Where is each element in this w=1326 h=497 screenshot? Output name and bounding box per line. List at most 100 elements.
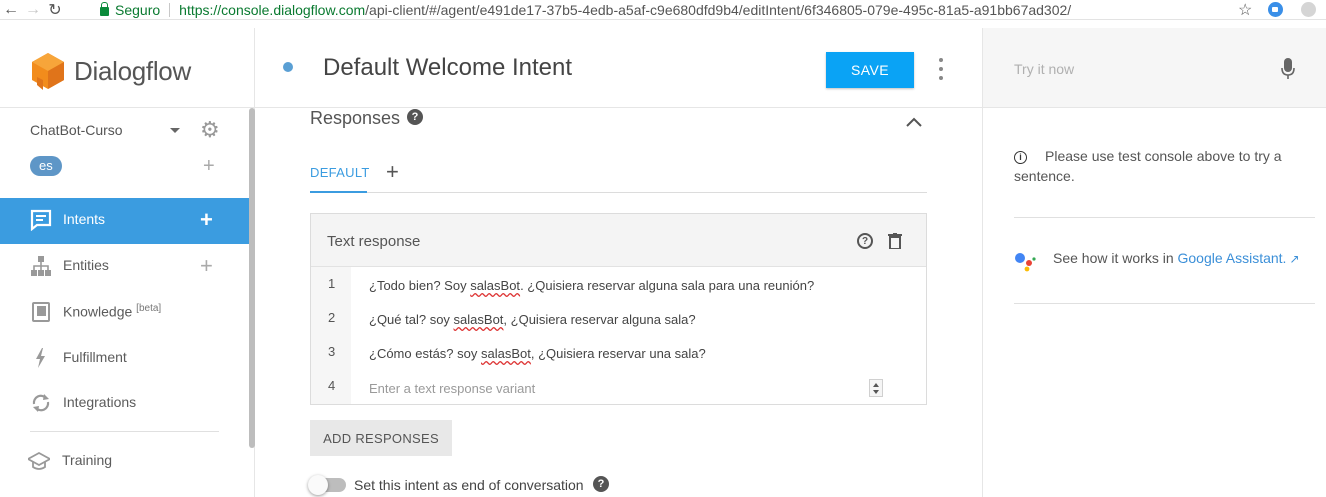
url-path: /api-client/#/agent/e491de17-37b5-4edb-a… bbox=[365, 2, 1072, 18]
external-link-icon[interactable]: ↗ bbox=[1289, 252, 1299, 266]
sidebar-divider bbox=[0, 107, 255, 108]
sidebar-divider bbox=[30, 431, 219, 432]
row-number: 4 bbox=[328, 378, 336, 393]
sidebar-item-training[interactable]: Training bbox=[0, 439, 249, 485]
text-segment: ¿Qué tal? soy bbox=[369, 312, 454, 327]
add-tab-icon[interactable]: + bbox=[386, 161, 399, 183]
microphone-icon[interactable] bbox=[1281, 58, 1295, 80]
help-icon[interactable]: ? bbox=[407, 109, 423, 125]
agent-selector[interactable]: ChatBot-Curso ⚙ bbox=[30, 119, 225, 141]
response-text[interactable]: ¿Qué tal? soy salasBot, ¿Quisiera reserv… bbox=[369, 312, 696, 327]
misspelled-word: salasBot bbox=[481, 346, 531, 361]
dialogflow-logo[interactable]: Dialogflow bbox=[30, 51, 191, 91]
dialogflow-logo-icon bbox=[32, 53, 64, 90]
sidebar-item-knowledge[interactable]: Knowledge [beta] bbox=[0, 290, 249, 336]
bolt-icon bbox=[36, 348, 45, 368]
assistant-text: See how it works in Google Assistant. ↗ bbox=[1053, 250, 1300, 266]
add-language-icon[interactable]: + bbox=[203, 156, 215, 176]
new-response-row[interactable]: 4 bbox=[311, 371, 926, 405]
add-responses-button[interactable]: ADD RESPONSES bbox=[310, 420, 452, 456]
trash-icon[interactable] bbox=[888, 233, 902, 249]
info-message: i Please use test console above to try a … bbox=[1014, 146, 1304, 186]
card-title: Text response bbox=[327, 233, 421, 250]
google-assistant-icon bbox=[1015, 253, 1036, 272]
response-text[interactable]: ¿Cómo estás? soy salasBot, ¿Quisiera res… bbox=[369, 346, 706, 361]
misspelled-word: salasBot bbox=[453, 312, 504, 327]
more-options-icon[interactable] bbox=[936, 58, 946, 80]
extension-icon[interactable] bbox=[1301, 2, 1316, 17]
save-button[interactable]: SAVE bbox=[826, 52, 914, 88]
end-conversation-label: Set this intent as end of conversation bbox=[354, 477, 584, 493]
google-assistant-promo: See how it works in Google Assistant. ↗ bbox=[1014, 248, 1314, 272]
panel-divider bbox=[1014, 303, 1315, 304]
sidebar-item-label: Training bbox=[62, 452, 113, 468]
text-segment: . ¿Quisiera reservar alguna sala para un… bbox=[520, 278, 815, 293]
response-text[interactable]: ¿Todo bien? Soy salasBot. ¿Quisiera rese… bbox=[369, 278, 814, 293]
row-number: 2 bbox=[328, 310, 336, 325]
sidebar-item-label: Intents bbox=[63, 211, 106, 227]
sidebar-item-label: Fulfillment bbox=[63, 349, 127, 365]
help-icon[interactable]: ? bbox=[593, 476, 609, 492]
url-separator bbox=[169, 3, 171, 17]
test-console: iPlease use test console above to try a … bbox=[982, 28, 1326, 497]
tab-default[interactable]: DEFAULT bbox=[310, 165, 370, 180]
misspelled-word: salasBot bbox=[470, 278, 521, 293]
brand-name: Dialogflow bbox=[74, 55, 191, 86]
text-segment: , ¿Quisiera reservar una sala? bbox=[530, 346, 706, 361]
hierarchy-icon bbox=[31, 256, 51, 276]
chevron-up-icon[interactable] bbox=[906, 114, 922, 130]
row-number: 3 bbox=[328, 344, 336, 359]
response-row[interactable]: 2 ¿Qué tal? soy salasBot, ¿Quisiera rese… bbox=[311, 303, 926, 337]
end-conversation-toggle[interactable] bbox=[308, 475, 346, 495]
back-icon[interactable]: ← bbox=[0, 0, 22, 20]
row-stepper[interactable] bbox=[869, 379, 883, 397]
try-it-input[interactable] bbox=[1014, 58, 1264, 80]
active-tab-indicator bbox=[310, 191, 367, 193]
address-bar[interactable]: Seguro https://console.dialogflow.com/ap… bbox=[90, 0, 1262, 20]
sidebar-item-entities[interactable]: Entities + bbox=[0, 244, 249, 290]
responses-section-title: Responses bbox=[310, 108, 401, 128]
sidebar-item-intents[interactable]: Intents + bbox=[0, 198, 249, 244]
beta-badge: [beta] bbox=[136, 303, 162, 314]
sync-icon bbox=[32, 394, 50, 412]
text-response-card: Text response ? 1 ¿Todo bien? Soy salasB… bbox=[310, 213, 927, 405]
sidebar-item-label: Knowledge bbox=[63, 303, 133, 320]
status-dot bbox=[283, 62, 293, 72]
bookmark-star-icon[interactable]: ☆ bbox=[1238, 0, 1252, 20]
lock-icon bbox=[100, 1, 109, 16]
chevron-down-icon[interactable] bbox=[170, 128, 180, 133]
intent-title[interactable]: Default Welcome Intent bbox=[323, 54, 572, 82]
text-segment: ¿Cómo estás? soy bbox=[369, 346, 481, 361]
knowledge-label-wrap: Knowledge [beta] bbox=[63, 303, 161, 320]
card-header: Text response ? bbox=[311, 214, 926, 267]
try-it-bar bbox=[983, 28, 1326, 108]
tab-divider bbox=[310, 192, 927, 193]
url-host: https://console.dialogflow.com bbox=[179, 2, 366, 18]
intent-header: Default Welcome Intent SAVE bbox=[255, 28, 982, 108]
forward-icon[interactable]: → bbox=[22, 0, 44, 20]
new-response-input[interactable] bbox=[369, 377, 889, 399]
sidebar-item-integrations[interactable]: Integrations bbox=[0, 381, 249, 427]
sidebar-item-label: Entities bbox=[63, 257, 109, 273]
language-chip[interactable]: es bbox=[30, 156, 62, 176]
gear-icon[interactable]: ⚙ bbox=[200, 119, 220, 141]
panel-divider bbox=[1014, 217, 1315, 218]
sidebar: Dialogflow ChatBot-Curso ⚙ es + Intents … bbox=[0, 28, 255, 497]
add-intent-icon[interactable]: + bbox=[200, 209, 213, 231]
sidebar-item-fulfillment[interactable]: Fulfillment bbox=[0, 336, 249, 382]
agent-name: ChatBot-Curso bbox=[30, 122, 123, 138]
text-segment: , ¿Quisiera reservar alguna sala? bbox=[503, 312, 696, 327]
response-row[interactable]: 1 ¿Todo bien? Soy salasBot. ¿Quisiera re… bbox=[311, 269, 926, 303]
video-extension-icon[interactable] bbox=[1268, 2, 1283, 17]
toggle-knob bbox=[308, 475, 328, 495]
language-row: es + bbox=[30, 156, 225, 176]
secure-label: Seguro bbox=[115, 2, 161, 18]
info-text: Please use test console above to try a s… bbox=[1014, 148, 1282, 184]
google-assistant-link[interactable]: Google Assistant. bbox=[1178, 250, 1287, 266]
add-entity-icon[interactable]: + bbox=[200, 255, 213, 277]
info-icon: i bbox=[1014, 150, 1027, 164]
help-icon[interactable]: ? bbox=[857, 233, 873, 249]
reload-icon[interactable]: ↻ bbox=[44, 0, 66, 20]
response-row[interactable]: 3 ¿Cómo estás? soy salasBot, ¿Quisiera r… bbox=[311, 337, 926, 371]
intent-editor: Responses ? DEFAULT + Text response ? 1 … bbox=[255, 108, 982, 497]
